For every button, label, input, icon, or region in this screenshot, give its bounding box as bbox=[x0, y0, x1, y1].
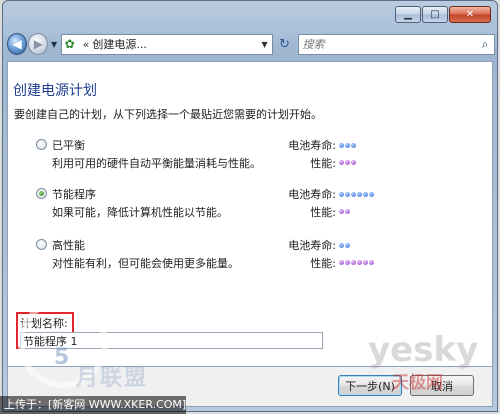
plan-radio[interactable] bbox=[36, 239, 47, 250]
caption-buttons: ▁ □ ✕ bbox=[394, 6, 491, 23]
battery-life-label: 电池寿命: bbox=[288, 239, 336, 252]
performance-rating-dot bbox=[345, 159, 350, 165]
battery-rating-dot bbox=[351, 142, 356, 148]
address-dropdown-icon[interactable]: ▼ bbox=[258, 40, 272, 49]
page-subtitle: 要创建自己的计划，从下列选择一个最贴近您需要的计划开始。 bbox=[14, 108, 322, 121]
close-button[interactable]: ✕ bbox=[449, 6, 491, 23]
performance-label: 性能: bbox=[310, 257, 336, 270]
performance-label: 性能: bbox=[310, 206, 336, 219]
battery-rating-dot bbox=[345, 242, 350, 248]
performance-rating-dot bbox=[351, 259, 356, 265]
search-icon[interactable]: ⌕ bbox=[476, 37, 494, 52]
battery-rating bbox=[339, 240, 351, 250]
plan-name: 已平衡 bbox=[52, 139, 85, 152]
performance-rating-dot bbox=[339, 208, 344, 214]
plan-name-input[interactable] bbox=[20, 332, 323, 349]
close-icon: ✕ bbox=[465, 9, 475, 20]
battery-rating-dot bbox=[339, 242, 344, 248]
battery-life-label: 电池寿命: bbox=[288, 188, 336, 201]
search-box[interactable]: ⌕ bbox=[297, 33, 495, 55]
battery-rating-dot bbox=[363, 191, 368, 197]
plan-description: 对性能有利，但可能会使用更多能量。 bbox=[52, 257, 239, 270]
plan-description: 如果可能，降低计算机性能以节能。 bbox=[52, 206, 228, 219]
battery-rating-dot bbox=[339, 142, 344, 148]
maximize-icon: □ bbox=[430, 9, 440, 20]
battery-rating-dot bbox=[345, 142, 350, 148]
maximize-button[interactable]: □ bbox=[422, 6, 448, 23]
back-button[interactable]: ◀ bbox=[7, 33, 28, 55]
plan-radio[interactable] bbox=[36, 139, 47, 150]
address-bar[interactable]: ✿ « 创建电源... ▼ bbox=[60, 33, 273, 55]
content-pane: 创建电源计划 要创建自己的计划，从下列选择一个最贴近您需要的计划开始。 已平衡 … bbox=[7, 61, 493, 367]
performance-rating-dot bbox=[339, 259, 344, 265]
minimize-button[interactable]: ▁ bbox=[395, 6, 421, 23]
battery-rating bbox=[339, 189, 375, 199]
refresh-icon: ↻ bbox=[279, 36, 290, 52]
performance-label: 性能: bbox=[310, 157, 336, 170]
performance-rating-dot bbox=[363, 259, 368, 265]
performance-rating-dot bbox=[345, 208, 350, 214]
navigation-bar: ◀ ▶ ▼ ✿ « 创建电源... ▼ ↻ ⌕ bbox=[7, 31, 495, 57]
breadcrumb-current[interactable]: 创建电源... bbox=[92, 36, 257, 52]
performance-rating-dot bbox=[345, 259, 350, 265]
chevron-down-icon: ▼ bbox=[50, 39, 58, 49]
performance-rating bbox=[339, 206, 351, 216]
plan-option-power-saver[interactable]: 节能程序 如果可能，降低计算机性能以节能。 电池寿命: 性能: bbox=[36, 185, 486, 225]
plan-name-label: 计划名称: bbox=[20, 317, 68, 330]
plan-name: 高性能 bbox=[52, 239, 85, 252]
search-input[interactable] bbox=[302, 37, 476, 51]
performance-rating-dot bbox=[351, 159, 356, 165]
performance-rating-dot bbox=[369, 259, 374, 265]
upload-caption: 上传于：[新客网 WWW.XKER.COM] bbox=[0, 396, 186, 414]
cancel-button[interactable]: 取消 bbox=[410, 375, 474, 396]
refresh-button[interactable]: ↻ bbox=[274, 34, 296, 55]
forward-button[interactable]: ▶ bbox=[28, 33, 49, 55]
performance-rating bbox=[339, 257, 375, 267]
power-options-icon: ✿ bbox=[64, 37, 75, 51]
performance-rating-dot bbox=[357, 259, 362, 265]
battery-rating-dot bbox=[345, 191, 350, 197]
plan-option-balanced[interactable]: 已平衡 利用可用的硬件自动平衡能量消耗与性能。 电池寿命: 性能: bbox=[36, 136, 486, 176]
performance-rating bbox=[339, 157, 357, 167]
minimize-icon: ▁ bbox=[404, 9, 412, 20]
forward-arrow-icon: ▶ bbox=[33, 37, 43, 51]
back-arrow-icon: ◀ bbox=[12, 37, 22, 51]
recent-pages-dropdown[interactable]: ▼ bbox=[49, 40, 58, 49]
battery-rating-dot bbox=[357, 191, 362, 197]
plan-name: 节能程序 bbox=[52, 188, 96, 201]
battery-rating-dot bbox=[351, 191, 356, 197]
plan-option-high-performance[interactable]: 高性能 对性能有利，但可能会使用更多能量。 电池寿命: 性能: bbox=[36, 236, 486, 276]
performance-rating-dot bbox=[339, 159, 344, 165]
battery-life-label: 电池寿命: bbox=[288, 139, 336, 152]
battery-rating-dot bbox=[369, 191, 374, 197]
page-title: 创建电源计划 bbox=[13, 83, 97, 99]
battery-rating-dot bbox=[339, 191, 344, 197]
next-button[interactable]: 下一步(N) bbox=[338, 375, 402, 396]
battery-rating bbox=[339, 140, 357, 150]
breadcrumb-overflow[interactable]: « bbox=[83, 38, 90, 51]
plan-radio[interactable] bbox=[36, 188, 47, 199]
create-power-plan-window: ▁ □ ✕ ◀ ▶ ▼ ✿ « 创建电源... ▼ ↻ ⌕ 创建电源计划 要创建… bbox=[2, 0, 498, 412]
plan-description: 利用可用的硬件自动平衡能量消耗与性能。 bbox=[52, 157, 261, 170]
